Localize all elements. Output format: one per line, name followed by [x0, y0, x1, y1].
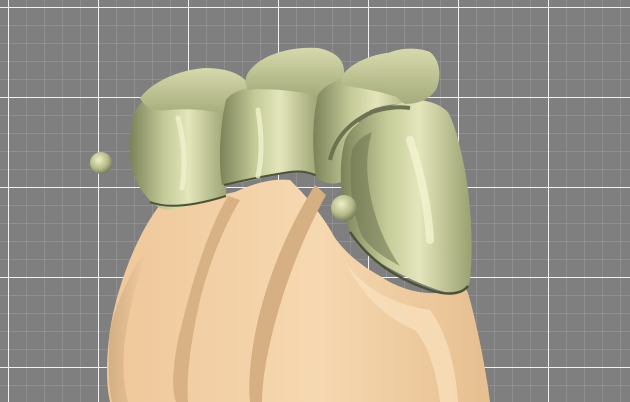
- dental-model-scene[interactable]: [0, 0, 630, 402]
- 3d-viewport[interactable]: [0, 0, 630, 402]
- attachment-sphere-right[interactable]: [331, 195, 357, 221]
- attachment-sphere-left[interactable]: [90, 152, 112, 174]
